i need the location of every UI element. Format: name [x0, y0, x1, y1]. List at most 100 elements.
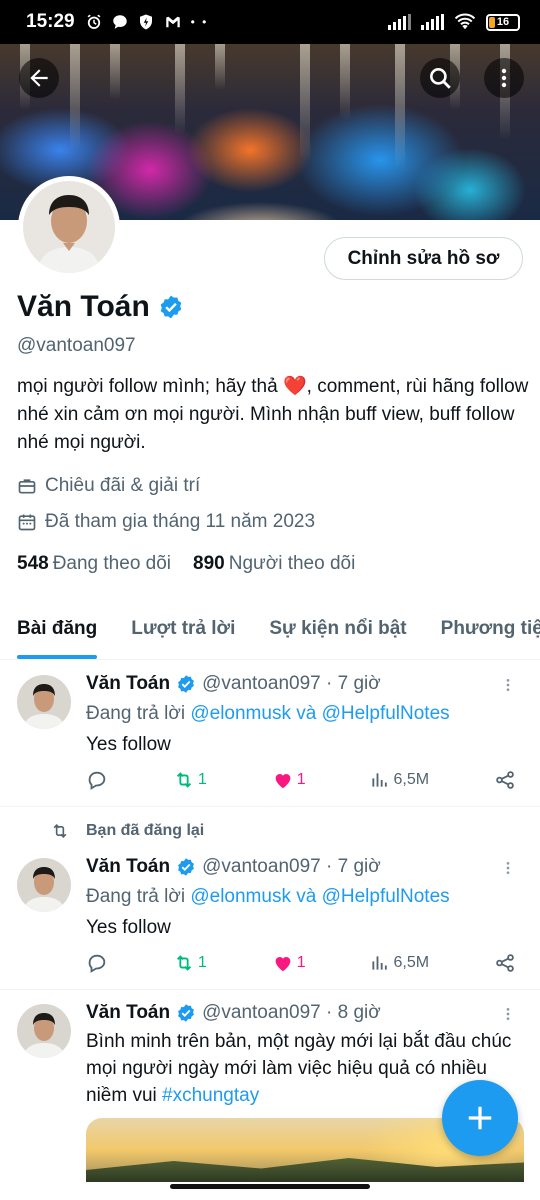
profile-handle: @vantoan097	[17, 335, 136, 356]
profile-avatar[interactable]	[18, 176, 120, 278]
tweet-avatar[interactable]	[17, 858, 71, 912]
tweet-more-button[interactable]	[500, 1004, 516, 1030]
followers-count: 890	[193, 553, 225, 574]
retweet-count: 1	[197, 771, 207, 788]
verified-badge-icon	[160, 295, 182, 319]
tweet-handle-time: @vantoan097 · 7 giờ	[202, 856, 381, 877]
signal-1-icon	[388, 14, 411, 30]
vertical-dots-icon	[506, 1008, 510, 1020]
reply-button[interactable]	[86, 769, 108, 791]
views-count: 6,5M	[393, 954, 430, 971]
reply-button[interactable]	[86, 952, 108, 974]
tweet-author-name[interactable]: Văn Toán	[86, 673, 170, 695]
followers-label: Người theo dõi	[228, 553, 356, 574]
comment-icon	[88, 771, 106, 790]
profile-category-row: Chiêu đãi & giải trí	[17, 475, 200, 497]
vertical-dots-icon	[501, 68, 507, 88]
bar-chart-icon	[372, 773, 388, 787]
replying-prefix: Đang trả lời	[86, 703, 191, 724]
mention-link[interactable]: @elonmusk	[190, 886, 291, 907]
views-button[interactable]: 6,5M	[370, 953, 429, 973]
replying-prefix: Đang trả lời	[86, 886, 191, 907]
tweet-text: Yes follow	[86, 917, 171, 938]
verified-badge-icon	[178, 858, 195, 876]
like-count: 1	[296, 771, 306, 788]
tweet-avatar[interactable]	[17, 675, 71, 729]
tweet-replying-to: Đang trả lời @elonmusk và @HelpfulNotes	[86, 886, 450, 908]
following-link[interactable]: 548 Đang theo dõi	[17, 553, 171, 575]
mention-link[interactable]: @HelpfulNotes	[322, 886, 450, 907]
bio-text-start: mọi người follow mình; hãy thả	[17, 376, 283, 397]
views-count: 6,5M	[393, 771, 430, 788]
share-icon	[496, 954, 514, 972]
share-button[interactable]	[494, 769, 516, 791]
followers-link[interactable]: 890 Người theo dõi	[193, 553, 355, 575]
tweet-item[interactable]: Văn Toán @vantoan097 · 7 giờ Đang trả lờ…	[0, 661, 540, 806]
search-button[interactable]	[420, 58, 460, 98]
wifi-icon	[454, 13, 476, 30]
bar-chart-icon	[372, 956, 388, 970]
vertical-dots-icon	[506, 679, 510, 691]
following-count: 548	[17, 553, 49, 574]
profile-tabs: Bài đăng Lượt trả lời Sự kiện nổi bật Ph…	[0, 600, 540, 660]
avatar-photo	[23, 181, 115, 273]
follow-stats: 548 Đang theo dõi 890 Người theo dõi	[17, 553, 355, 575]
tweet-item[interactable]: Bạn đã đăng lại Văn Toán @vantoan097 · 7…	[0, 807, 540, 989]
briefcase-icon	[18, 479, 36, 494]
retweet-button[interactable]: 1	[173, 769, 207, 791]
profile-joined: Đã tham gia tháng 11 năm 2023	[45, 511, 316, 532]
back-button[interactable]	[19, 58, 59, 98]
comment-icon	[88, 954, 106, 973]
tweet-avatar[interactable]	[17, 1004, 71, 1058]
share-icon	[496, 771, 514, 789]
tab-highlights[interactable]: Sự kiện nổi bật	[269, 600, 406, 659]
edit-profile-button[interactable]: Chỉnh sửa hồ sơ	[324, 237, 523, 280]
tweet-body: Bình minh trên bản, một ngày mới lại bắt…	[86, 1031, 512, 1106]
tweet-author-name[interactable]: Văn Toán	[86, 1002, 170, 1024]
share-button[interactable]	[494, 952, 516, 974]
tweet-actions: 1 1 6,5M	[86, 769, 516, 791]
tweet-header: Văn Toán @vantoan097 · 8 giờ	[86, 1002, 381, 1024]
tweet-more-button[interactable]	[500, 858, 516, 884]
tweet-text: Yes follow	[86, 734, 171, 755]
more-options-button[interactable]	[484, 58, 524, 98]
like-button[interactable]: 1	[272, 952, 306, 974]
shield-bolt-icon	[139, 14, 152, 30]
tweet-handle-time: @vantoan097 · 8 giờ	[202, 1002, 381, 1023]
retweet-icon	[176, 772, 191, 788]
profile-joined-row: Đã tham gia tháng 11 năm 2023	[17, 511, 315, 533]
chat-bubble-icon	[112, 15, 127, 29]
home-indicator[interactable]	[170, 1184, 370, 1189]
tweet-more-button[interactable]	[500, 675, 516, 701]
heart-emoji: ❤️	[282, 376, 307, 397]
heart-icon	[275, 774, 291, 789]
mention-link[interactable]: @elonmusk	[190, 703, 291, 724]
replying-and: và	[290, 703, 322, 724]
profile-name-row: Văn Toán	[17, 290, 184, 324]
retweet-count: 1	[197, 954, 207, 971]
arrow-left-icon	[30, 69, 48, 87]
verified-badge-icon	[178, 675, 195, 693]
tab-replies[interactable]: Lượt trả lời	[131, 600, 235, 659]
status-time: 15:29	[26, 11, 75, 32]
hashtag-link[interactable]: #xchungtay	[162, 1085, 259, 1106]
views-button[interactable]: 6,5M	[370, 770, 429, 790]
replying-and: và	[290, 886, 322, 907]
status-bar: 15:29 • • 16	[0, 0, 540, 44]
tweet-handle-time: @vantoan097 · 7 giờ	[202, 673, 381, 694]
mention-link[interactable]: @HelpfulNotes	[322, 703, 450, 724]
reposted-label: Bạn đã đăng lại	[86, 822, 205, 839]
retweet-button[interactable]: 1	[173, 952, 207, 974]
verified-badge-icon	[178, 1004, 195, 1022]
retweet-icon	[53, 823, 67, 839]
notification-icons: • •	[85, 13, 209, 31]
gmail-icon	[165, 16, 180, 28]
tweet-author-name[interactable]: Văn Toán	[86, 856, 170, 878]
compose-post-button[interactable]	[442, 1080, 518, 1156]
tab-media[interactable]: Phương tiện	[441, 600, 540, 659]
more-notifications-dots: • •	[190, 15, 209, 29]
tab-posts[interactable]: Bài đăng	[17, 600, 98, 659]
like-count: 1	[296, 954, 306, 971]
tweet-header: Văn Toán @vantoan097 · 7 giờ	[86, 856, 381, 878]
like-button[interactable]: 1	[272, 769, 306, 791]
